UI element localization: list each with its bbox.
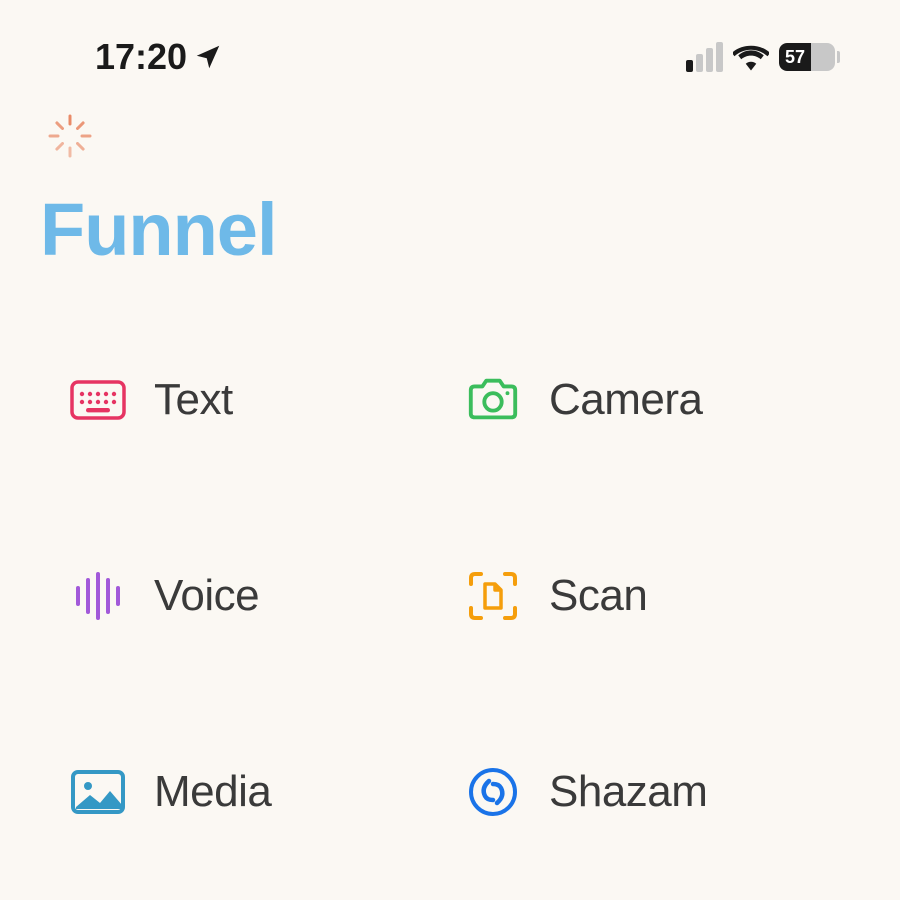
grid-item-label: Scan — [549, 571, 647, 621]
status-time: 17:20 — [95, 36, 187, 78]
grid-item-media[interactable]: Media — [70, 764, 435, 820]
status-bar: 17:20 57 — [0, 0, 900, 78]
battery-percent: 57 — [785, 47, 805, 68]
keyboard-icon — [70, 372, 126, 428]
status-left: 17:20 — [95, 36, 223, 78]
status-right: 57 — [686, 42, 840, 72]
grid-item-voice[interactable]: Voice — [70, 568, 435, 624]
grid-item-camera[interactable]: Camera — [465, 372, 830, 428]
page-title: Funnel — [40, 187, 900, 272]
grid-item-scan[interactable]: Scan — [465, 568, 830, 624]
shazam-icon — [465, 764, 521, 820]
camera-icon — [465, 372, 521, 428]
grid-item-shazam[interactable]: Shazam — [465, 764, 830, 820]
media-image-icon — [70, 764, 126, 820]
scan-document-icon — [465, 568, 521, 624]
action-grid: Text Camera Voice — [0, 272, 900, 820]
voice-wave-icon — [70, 568, 126, 624]
cellular-signal-icon — [686, 42, 723, 72]
grid-item-text[interactable]: Text — [70, 372, 435, 428]
battery-indicator: 57 — [779, 43, 840, 71]
location-arrow-icon — [193, 42, 223, 72]
grid-item-label: Shazam — [549, 767, 707, 817]
loading-spinner-icon — [46, 112, 900, 165]
grid-item-label: Text — [154, 375, 233, 425]
grid-item-label: Media — [154, 767, 271, 817]
wifi-icon — [733, 43, 769, 71]
grid-item-label: Camera — [549, 375, 703, 425]
grid-item-label: Voice — [154, 571, 259, 621]
